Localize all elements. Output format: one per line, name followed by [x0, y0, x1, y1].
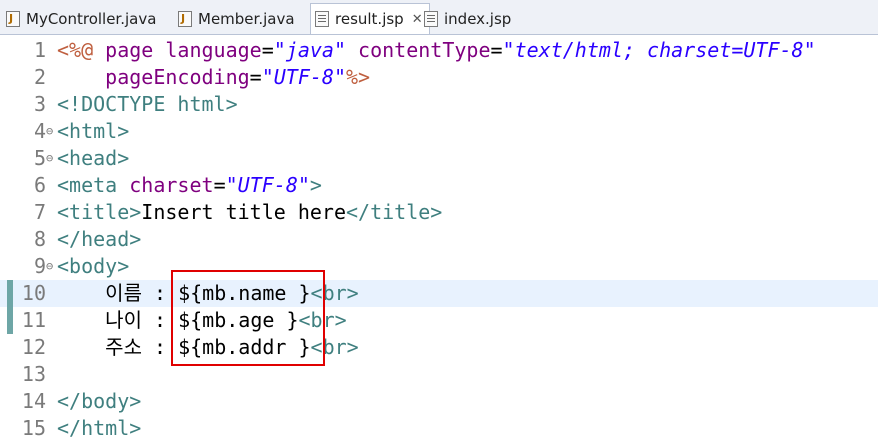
change-marker: [7, 280, 13, 307]
fold-icon[interactable]: ⊖: [46, 253, 56, 280]
line-number: 3: [33, 92, 46, 116]
java-file-icon: [6, 11, 20, 27]
code-text: </html>: [57, 416, 142, 440]
code-line: 14 </body>: [0, 388, 878, 415]
line-number: 7: [33, 200, 46, 224]
line-number: 6: [33, 173, 46, 197]
java-file-icon: [178, 11, 192, 27]
code-line: 6 <meta charset="UTF-8">: [0, 172, 878, 199]
line-number: 13: [21, 362, 46, 386]
tab-member-java[interactable]: Member.java: [178, 4, 295, 34]
change-marker: [7, 307, 13, 334]
line-number: 15: [21, 416, 46, 440]
line-number: 9: [33, 254, 46, 278]
line-number: 14: [21, 389, 46, 413]
code-line: 3 <!DOCTYPE html>: [0, 91, 878, 118]
code-line: 2 pageEncoding="UTF-8"%>: [0, 64, 878, 91]
code-text: pageEncoding="UTF-8"%>: [105, 65, 371, 89]
code-line: 11 나이 : ${mb.age }<br>: [0, 307, 878, 334]
annotation-highlight-box: [171, 270, 325, 366]
jsp-file-icon: [315, 11, 329, 27]
code-line: 7 <title>Insert title here</title>: [0, 199, 878, 226]
code-text: <body>: [57, 254, 130, 278]
tab-mycontroller-java[interactable]: MyController.java: [6, 4, 156, 34]
code-text: <head>: [57, 146, 130, 170]
tab-label: index.jsp: [444, 10, 512, 28]
editor-tab-bar: MyController.java Member.java result.jsp…: [0, 0, 878, 35]
code-text: <html>: [57, 119, 130, 143]
tab-result-jsp[interactable]: result.jsp ✕: [310, 3, 430, 34]
tab-label: Member.java: [198, 10, 295, 28]
code-text: <title>Insert title here</title>: [57, 200, 443, 224]
line-number: 4: [33, 119, 46, 143]
code-text: </head>: [57, 227, 142, 251]
line-number: 11: [21, 308, 46, 332]
code-text: <meta charset="UTF-8">: [57, 173, 322, 197]
code-text: <%@ page language="java" contentType="te…: [57, 38, 816, 62]
code-line: 8 </head>: [0, 226, 878, 253]
fold-icon[interactable]: ⊖: [46, 145, 56, 172]
code-line: 13: [0, 361, 878, 388]
close-icon[interactable]: ✕: [412, 12, 423, 27]
tab-index-jsp[interactable]: index.jsp: [424, 4, 511, 34]
line-number: 8: [33, 227, 46, 251]
code-text: <!DOCTYPE html>: [57, 92, 238, 116]
fold-icon[interactable]: ⊖: [46, 118, 56, 145]
code-line: 12 주소 : ${mb.addr }<br>: [0, 334, 878, 361]
line-number: 1: [33, 38, 46, 62]
line-number: 10: [21, 281, 46, 305]
tab-label: MyController.java: [26, 10, 157, 28]
code-line: 9 ⊖ <body>: [0, 253, 878, 280]
line-number: 5: [33, 146, 46, 170]
jsp-file-icon: [424, 11, 438, 27]
code-editor[interactable]: 1 <%@ page language="java" contentType="…: [0, 35, 878, 443]
code-line-current: 10 이름 : ${mb.name }<br>: [0, 280, 878, 307]
line-number: 2: [33, 65, 46, 89]
code-line: 5 ⊖ <head>: [0, 145, 878, 172]
code-line: 1 <%@ page language="java" contentType="…: [0, 37, 878, 64]
code-line: 4 ⊖ <html>: [0, 118, 878, 145]
code-text: </body>: [57, 389, 142, 413]
code-line: 15 </html>: [0, 415, 878, 442]
tab-label: result.jsp: [335, 10, 404, 28]
line-number: 12: [21, 335, 46, 359]
